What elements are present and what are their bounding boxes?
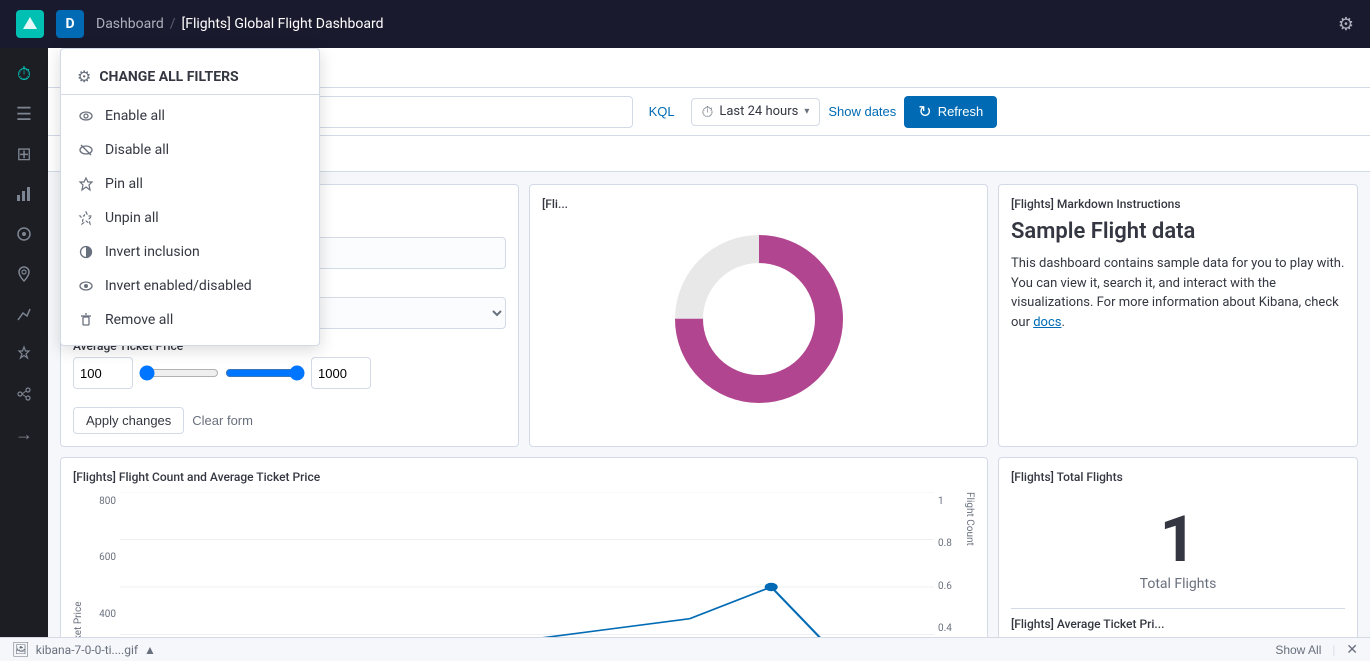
eye-icon bbox=[77, 107, 95, 125]
range-max-slider[interactable] bbox=[225, 365, 305, 381]
range-min-input[interactable] bbox=[73, 357, 133, 389]
show-dates-button[interactable]: Show dates bbox=[828, 104, 896, 119]
sidebar-item-clock[interactable]: ⏱ bbox=[6, 56, 42, 92]
refresh-icon: ↻ bbox=[918, 102, 931, 122]
sidebar-item-collapse[interactable]: → bbox=[6, 416, 42, 452]
dropdown-header-text: CHANGE ALL FILTERS bbox=[99, 69, 238, 85]
change-all-filters-dropdown: ⚙ CHANGE ALL FILTERS Enable all Disable … bbox=[60, 48, 320, 346]
sidebar-item-maps[interactable] bbox=[6, 256, 42, 292]
kql-button[interactable]: KQL bbox=[641, 100, 683, 123]
flight-count-chart-svg bbox=[120, 492, 934, 637]
invert-enabled-item[interactable]: Invert enabled/disabled bbox=[61, 269, 319, 303]
time-icon: ⏱ bbox=[702, 103, 714, 121]
range-min-slider[interactable] bbox=[139, 365, 219, 381]
slash-eye-icon bbox=[77, 141, 95, 159]
remove-all-item[interactable]: Remove all bbox=[61, 303, 319, 337]
markdown-panel-title: [Flights] Markdown Instructions bbox=[1011, 197, 1345, 211]
total-flights-panel: [Flights] Total Flights 1 Total Flights … bbox=[998, 457, 1358, 637]
pin-icon bbox=[77, 175, 95, 193]
gear-icon: ⚙ bbox=[77, 67, 91, 86]
settings-icon[interactable]: ⚙ bbox=[1338, 14, 1354, 35]
total-flights-label: Total Flights bbox=[1140, 576, 1217, 592]
eye-invert-icon bbox=[77, 277, 95, 295]
pin-all-item[interactable]: Pin all bbox=[61, 167, 319, 201]
breadcrumb: Dashboard / [Flights] Global Flight Dash… bbox=[96, 16, 1326, 32]
flight-count-title: [Flights] Flight Count and Average Ticke… bbox=[73, 470, 975, 484]
breadcrumb-dashboard[interactable]: Dashboard bbox=[96, 16, 164, 32]
app-logo bbox=[16, 10, 44, 38]
docs-link[interactable]: docs bbox=[1033, 315, 1061, 330]
breadcrumb-current: [Flights] Global Flight Dashboard bbox=[182, 16, 384, 32]
y-axis-right: 1 0.8 0.6 0.4 0.2 bbox=[934, 492, 962, 637]
refresh-button[interactable]: ↻ Refresh bbox=[904, 96, 997, 128]
filename-text: kibana-7-0-0-ti....gif bbox=[36, 643, 138, 657]
unpin-all-item[interactable]: Unpin all bbox=[61, 201, 319, 235]
disable-all-item[interactable]: Disable all bbox=[61, 133, 319, 167]
y-axis-left: 800 600 400 200 bbox=[88, 492, 120, 637]
donut-chart bbox=[542, 219, 975, 419]
sidebar-item-dashboard[interactable]: ⊞ bbox=[6, 136, 42, 172]
total-flights-number: 1 bbox=[1160, 508, 1197, 572]
invert-enabled-label: Invert enabled/disabled bbox=[105, 278, 252, 294]
invert-inclusion-label: Invert inclusion bbox=[105, 244, 200, 260]
sidebar-item-discover[interactable] bbox=[6, 216, 42, 252]
sidebar-item-lens[interactable] bbox=[6, 296, 42, 332]
time-text: Last 24 hours bbox=[719, 104, 798, 119]
half-circle-icon bbox=[77, 243, 95, 261]
chevron-up-icon[interactable]: ▲ bbox=[144, 643, 156, 657]
enable-all-item[interactable]: Enable all bbox=[61, 99, 319, 133]
pin-all-label: Pin all bbox=[105, 176, 143, 192]
breadcrumb-sep: / bbox=[170, 16, 176, 32]
apply-changes-button[interactable]: Apply changes bbox=[73, 407, 184, 434]
disable-all-label: Disable all bbox=[105, 142, 169, 158]
total-flights-title: [Flights] Total Flights bbox=[1011, 470, 1345, 484]
sidebar-item-ml[interactable] bbox=[6, 376, 42, 412]
remove-all-label: Remove all bbox=[105, 312, 173, 328]
enable-all-label: Enable all bbox=[105, 108, 165, 124]
status-bar: 🖼 kibana-7-0-0-ti....gif ▲ Show All | ✕ bbox=[0, 637, 1370, 661]
status-bar-right: Show All | ✕ bbox=[1275, 641, 1358, 658]
top-bar: D Dashboard / [Flights] Global Flight Da… bbox=[0, 0, 1370, 48]
dropdown-header: ⚙ CHANGE ALL FILTERS bbox=[61, 57, 319, 95]
invert-inclusion-item[interactable]: Invert inclusion bbox=[61, 235, 319, 269]
flights-donut-panel: [Fli... bbox=[529, 184, 988, 447]
close-status-button[interactable]: ✕ bbox=[1346, 641, 1358, 658]
markdown-panel: [Flights] Markdown Instructions Sample F… bbox=[998, 184, 1358, 447]
unpin-all-label: Unpin all bbox=[105, 210, 159, 226]
markdown-heading: Sample Flight data bbox=[1011, 219, 1345, 244]
status-bar-file: 🖼 kibana-7-0-0-ti....gif ▲ bbox=[12, 642, 156, 658]
flight-count-panel: [Flights] Flight Count and Average Ticke… bbox=[60, 457, 988, 637]
time-range-selector[interactable]: ⏱ Last 24 hours ▾ bbox=[691, 98, 821, 126]
chevron-down-icon: ▾ bbox=[804, 106, 809, 117]
sidebar-item-alerts[interactable] bbox=[6, 336, 42, 372]
clear-form-button[interactable]: Clear form bbox=[192, 413, 253, 428]
user-avatar[interactable]: D bbox=[56, 10, 84, 38]
trash-icon bbox=[77, 311, 95, 329]
sidebar-item-home[interactable]: ☰ bbox=[6, 96, 42, 132]
file-icon: 🖼 bbox=[12, 642, 30, 658]
sidebar: ⏱ ☰ ⊞ → bbox=[0, 48, 48, 661]
y-axis-left-label: Average Ticket Price bbox=[73, 492, 84, 637]
avg-ticket-title: [Flights] Average Ticket Pri... bbox=[1011, 617, 1345, 631]
markdown-body: This dashboard contains sample data for … bbox=[1011, 254, 1345, 332]
donut-svg bbox=[669, 229, 849, 409]
y-axis-right-label: Flight Count bbox=[964, 492, 975, 637]
refresh-label: Refresh bbox=[938, 104, 984, 119]
unpin-icon bbox=[77, 209, 95, 227]
flights-donut-title: [Fli... bbox=[542, 197, 975, 211]
sidebar-item-visualize[interactable] bbox=[6, 176, 42, 212]
range-max-input[interactable] bbox=[311, 357, 371, 389]
show-all-button[interactable]: Show All bbox=[1275, 643, 1321, 657]
